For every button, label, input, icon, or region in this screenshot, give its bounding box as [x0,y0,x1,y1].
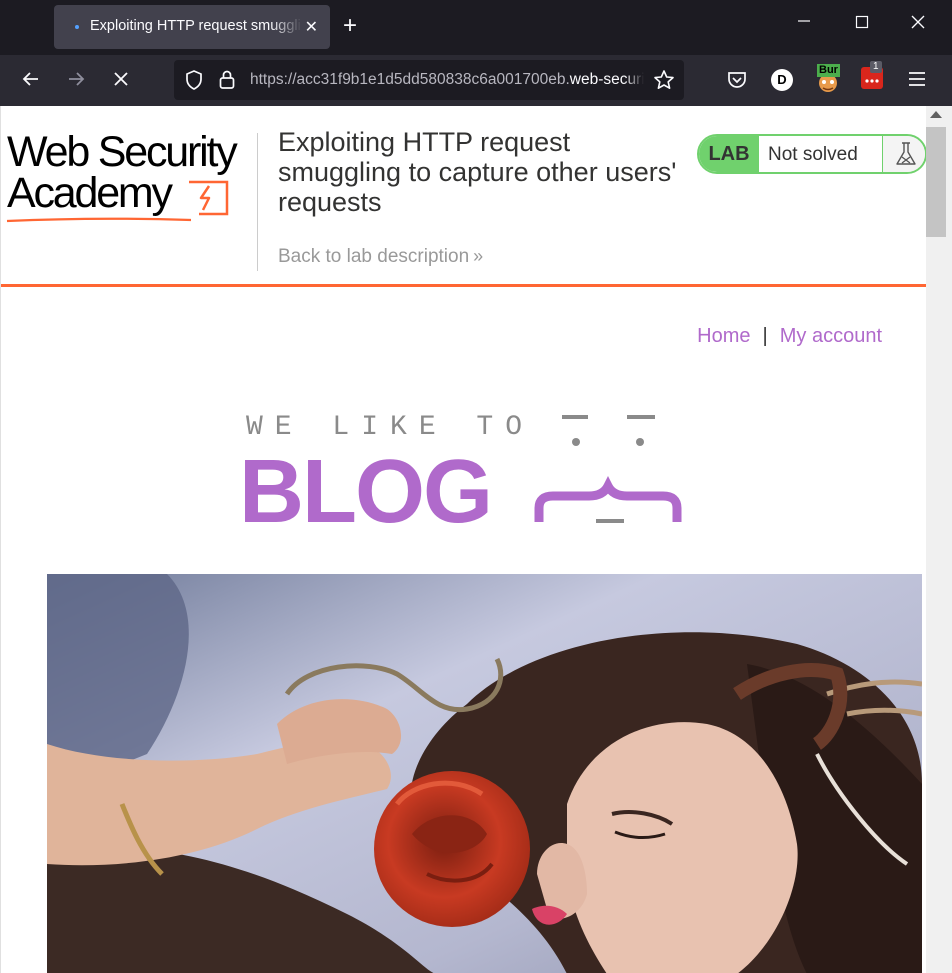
logo-lightning-icon [189,180,229,216]
tracking-shield-icon[interactable] [184,69,204,96]
page-viewport: Web Security Academy Exploiting HTTP req… [0,106,926,973]
address-bar[interactable]: https://acc31f9b1e1d5dd580838c6a001700eb… [174,60,684,100]
academy-lab-header: Web Security Academy Exploiting HTTP req… [1,106,926,287]
close-window-icon[interactable] [911,13,925,34]
nav-my-account-link[interactable]: My account [780,325,882,347]
new-tab-button[interactable]: + [343,12,357,40]
back-arrow-icon[interactable] [19,69,43,93]
blog-tagline: WE LIKE TO [246,412,535,443]
flask-icon [882,136,925,172]
lab-badge: LAB [699,136,759,172]
stop-loading-icon[interactable] [109,69,133,93]
extension-icon[interactable]: 1 [861,61,883,89]
tab-title: Exploiting HTTP request smuggling to cap… [90,18,302,34]
lab-title: Exploiting HTTP request smuggling to cap… [278,127,677,217]
lab-status-text: Not solved [768,144,858,165]
header-divider [257,133,258,271]
burp-extension-label: Bur [817,64,840,77]
browser-tab[interactable]: Exploiting HTTP request smuggling to cap… [54,5,330,49]
bookmark-star-icon[interactable] [653,69,675,96]
blog-wordmark: BLOG [239,442,493,542]
maximize-icon[interactable] [855,13,869,34]
blog-post-image[interactable] [47,574,922,973]
scrollbar-thumb[interactable] [926,127,946,237]
double-chevron-right-icon: » [473,246,484,266]
logo-underline-icon [6,217,192,223]
url-host: https://acc31f9b1e1d5dd580838c6a001700eb… [250,71,570,88]
url-domain: web-security-academy.net/ [569,71,644,88]
back-to-lab-description-link[interactable]: Back to lab description» [278,246,483,268]
browser-titlebar: Exploiting HTTP request smuggling to cap… [0,0,952,55]
hamburger-menu-icon[interactable] [907,70,927,93]
lab-status-widget: LAB Not solved [697,134,926,174]
profile-avatar[interactable]: D [771,69,793,91]
burp-extension-icon[interactable]: Bur [815,64,841,94]
url-text[interactable]: https://acc31f9b1e1d5dd580838c6a001700eb… [250,71,644,89]
scroll-up-arrow-icon[interactable] [930,111,942,118]
nav-separator: | [762,325,768,347]
site-nav: Home | My account [697,325,882,348]
forward-arrow-icon[interactable] [64,69,88,93]
browser-toolbar: https://acc31f9b1e1d5dd580838c6a001700eb… [0,55,952,106]
nav-home-link[interactable]: Home [697,325,750,347]
pocket-icon[interactable] [726,70,748,95]
blog-face-icon [534,415,682,523]
logo-line-1: Web Security [7,128,238,176]
extension-badge: 1 [870,61,882,73]
loading-dot-icon [75,25,79,29]
padlock-icon[interactable] [218,69,236,96]
minimize-icon[interactable] [797,12,811,33]
page-scrollbar[interactable] [926,106,952,973]
close-tab-icon[interactable]: ✕ [305,17,318,37]
back-link-label: Back to lab description [278,246,470,267]
